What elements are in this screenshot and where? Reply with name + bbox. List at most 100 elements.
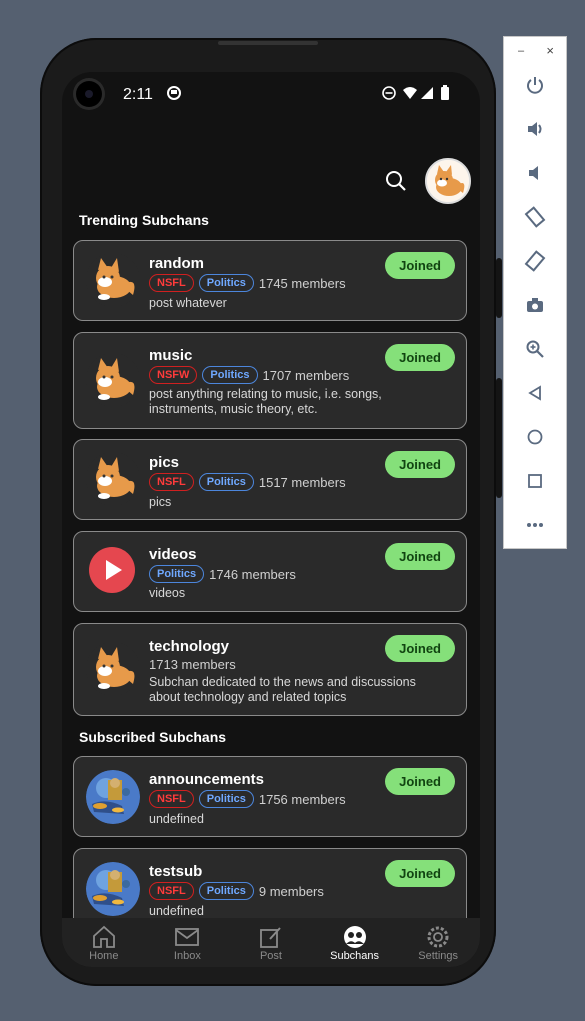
subchan-name: music (149, 347, 193, 364)
power-icon[interactable] (520, 70, 550, 100)
joined-button[interactable]: Joined (385, 635, 455, 662)
member-count: 1707 members (262, 367, 350, 383)
joined-button[interactable]: Joined (385, 252, 455, 279)
camera-icon[interactable] (520, 290, 550, 320)
nsfl-tag: NSFL (149, 473, 194, 491)
zoom-icon[interactable] (520, 334, 550, 364)
status-bar: 2:11 (62, 72, 480, 116)
nsfl-tag: NSFL (149, 274, 194, 292)
politics-tag: Politics (198, 274, 254, 292)
politics-tag: Politics (149, 565, 205, 583)
member-count: 1517 members (258, 474, 346, 490)
subchan-meta: NSFL Politics 1517 members (149, 473, 346, 491)
nav-home-label: Home (89, 950, 119, 962)
fox-icon (86, 642, 140, 696)
app-bar (62, 116, 480, 212)
nav-inbox-label: Inbox (173, 950, 201, 962)
phone-frame: 2:11 Trending Subchans random NSFL Polit… (40, 38, 502, 986)
nav-home[interactable]: Home (62, 918, 146, 967)
subchan-description: post whatever (149, 296, 227, 310)
home-circle-icon[interactable] (520, 422, 550, 452)
search-icon[interactable] (385, 170, 407, 192)
member-count: 1745 members (258, 275, 346, 291)
nav-post-label: Post (259, 950, 282, 962)
joined-button[interactable]: Joined (385, 344, 455, 371)
nav-post[interactable]: Post (229, 918, 313, 967)
subchan-name: videos (149, 546, 197, 563)
member-count: 1746 members (209, 566, 296, 582)
nav-settings[interactable]: Settings (396, 918, 480, 967)
emulator-toolbar: – × (503, 36, 567, 549)
wifi-icon (402, 85, 418, 105)
subchan-description: undefined (149, 904, 204, 918)
battery-icon (440, 85, 450, 105)
joined-button[interactable]: Joined (385, 451, 455, 478)
screen: 2:11 Trending Subchans random NSFL Polit… (62, 72, 480, 967)
nav-inbox[interactable]: Inbox (146, 918, 230, 967)
home-icon (90, 924, 118, 950)
volume-up-icon[interactable] (520, 114, 550, 144)
gear-icon (424, 924, 452, 950)
painting-icon (86, 770, 140, 824)
close-button[interactable]: × (546, 43, 554, 58)
subchan-description: post anything relating to music, i.e. so… (149, 387, 382, 416)
subchan-name: technology (149, 638, 230, 655)
joined-button[interactable]: Joined (385, 768, 455, 795)
subchan-meta: NSFL Politics 1756 members (149, 790, 346, 808)
subchan-card-testsub[interactable]: testsub NSFL Politics 9 members undefine… (73, 848, 467, 929)
mail-icon (173, 924, 201, 950)
overview-square-icon[interactable] (520, 466, 550, 496)
volume-button (496, 258, 502, 318)
subchan-meta: NSFL Politics 1745 members (149, 274, 346, 292)
joined-button[interactable]: Joined (385, 543, 455, 570)
minimize-button[interactable]: – (518, 45, 524, 57)
member-count: 1756 members (258, 791, 346, 807)
cell-signal-icon (420, 85, 434, 105)
trending-heading: Trending Subchans (79, 212, 209, 228)
fox-icon (86, 353, 140, 407)
subchan-name: pics (149, 454, 180, 471)
politics-tag: Politics (202, 366, 258, 384)
subchan-description: undefined (149, 812, 204, 826)
app-notification-icon (166, 85, 182, 105)
power-button (496, 378, 502, 498)
speaker-grille (218, 41, 318, 45)
politics-tag: Politics (198, 473, 254, 491)
back-icon[interactable] (520, 378, 550, 408)
nav-subchans-label: Subchans (330, 950, 380, 962)
volume-down-icon[interactable] (520, 158, 550, 188)
politics-tag: Politics (198, 882, 254, 900)
more-options-icon[interactable] (520, 510, 550, 540)
subchan-name: random (149, 255, 205, 272)
subchan-card-pics[interactable]: pics NSFL Politics 1517 members pics Joi… (73, 439, 467, 520)
politics-tag: Politics (198, 790, 254, 808)
status-time: 2:11 (123, 86, 153, 103)
fox-icon (86, 253, 140, 307)
subchan-name: announcements (149, 771, 265, 788)
subchan-meta: NSFL Politics 9 members (149, 882, 324, 900)
nsfl-tag: NSFL (149, 882, 194, 900)
nsfw-tag: NSFW (149, 366, 198, 384)
profile-avatar[interactable] (425, 158, 471, 204)
subchan-description: Subchan dedicated to the news and discus… (149, 675, 416, 704)
edit-icon (257, 924, 285, 950)
nav-settings-label: Settings (418, 950, 459, 962)
subchan-card-random[interactable]: random NSFL Politics 1745 members post w… (73, 240, 467, 321)
bottom-navigation: Home Inbox Post Subchans Settings (62, 918, 480, 967)
painting-icon (86, 862, 140, 916)
group-icon (341, 924, 369, 950)
rotate-right-icon[interactable] (520, 246, 550, 276)
joined-button[interactable]: Joined (385, 860, 455, 887)
nsfl-tag: NSFL (149, 790, 194, 808)
member-count: 9 members (258, 883, 324, 899)
subchan-card-videos[interactable]: videos Politics 1746 members videos Join… (73, 531, 467, 612)
nav-subchans[interactable]: Subchans (313, 918, 397, 967)
play-icon (88, 546, 136, 594)
subchan-card-technology[interactable]: technology 1713 members Subchan dedicate… (73, 623, 467, 716)
subchan-meta: Politics 1746 members (149, 565, 296, 583)
rotate-left-icon[interactable] (520, 202, 550, 232)
subchan-description: pics (149, 495, 172, 509)
subchan-card-music[interactable]: music NSFW Politics 1707 members post an… (73, 332, 467, 429)
subscribed-heading: Subscribed Subchans (79, 729, 227, 745)
subchan-card-announcements[interactable]: announcements NSFL Politics 1756 members… (73, 756, 467, 837)
